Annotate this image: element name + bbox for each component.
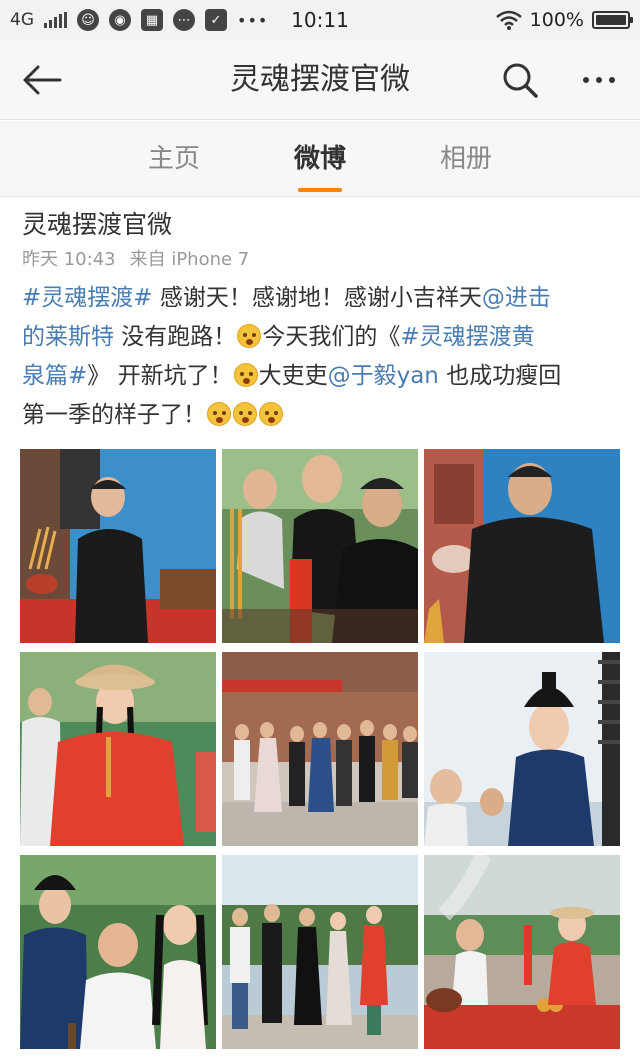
post-text-line-4: 第一季的样子了！ xyxy=(22,396,622,435)
text-segment: 没有跑路！ xyxy=(114,324,237,350)
tab-weibo-label: 微博 xyxy=(293,144,346,174)
battery-icon xyxy=(592,11,633,29)
page-title: 灵魂摆渡官微 xyxy=(230,62,410,97)
tab-weibo[interactable]: 微博 xyxy=(270,121,370,197)
more-icon[interactable] xyxy=(574,60,624,100)
status-bar: 4G ☺ ◉ ▦ ⋯ ✓ ••• 10:11 100% xyxy=(0,0,640,40)
photo-4[interactable] xyxy=(20,652,216,846)
mention-link[interactable]: 的莱斯特 xyxy=(22,324,114,350)
text-segment: 第一季的样子了！ xyxy=(22,402,206,428)
status-right: 100% xyxy=(495,0,633,40)
tab-home[interactable]: 主页 xyxy=(124,121,224,197)
post-time: 昨天 10:43 xyxy=(22,249,116,270)
photo-7[interactable] xyxy=(20,855,216,1049)
topic-link[interactable]: #灵魂摆渡黄 xyxy=(400,324,534,350)
search-icon[interactable] xyxy=(500,60,540,100)
photo-8-image xyxy=(222,855,418,1049)
emoji-icon xyxy=(207,402,231,426)
back-arrow-icon[interactable] xyxy=(20,60,64,100)
tab-album-label: 相册 xyxy=(439,144,492,174)
post-text-line-3: 泉篇#》 开新坑了！ 大吏吏@于毅yan 也成功瘦回 xyxy=(22,357,622,396)
photo-grid xyxy=(20,449,620,1049)
active-tab-indicator xyxy=(298,188,342,192)
photo-1[interactable] xyxy=(20,449,216,643)
photo-9[interactable] xyxy=(424,855,620,1049)
photo-3-image xyxy=(424,449,620,643)
text-segment: 大吏吏 xyxy=(258,363,328,389)
weibo-post: 灵魂摆渡官微 昨天 10:43 来自 iPhone 7 #灵魂摆渡# 感谢天！感谢… xyxy=(0,197,640,1058)
photo-5-image xyxy=(222,652,418,846)
topic-link[interactable]: #灵魂摆渡# xyxy=(22,285,153,311)
photo-6-image xyxy=(424,652,620,846)
post-meta: 昨天 10:43 来自 iPhone 7 xyxy=(22,245,249,271)
text-segment: 也成功瘦回 xyxy=(438,363,562,389)
tab-home-label: 主页 xyxy=(147,144,200,174)
wifi-icon xyxy=(495,10,522,30)
photo-3[interactable] xyxy=(424,449,620,643)
emoji-icon xyxy=(233,363,258,387)
battery-fill xyxy=(596,15,626,25)
photo-4-image xyxy=(20,652,216,846)
photo-2-image xyxy=(222,449,418,643)
emoji-icon xyxy=(237,324,262,348)
battery-percent: 100% xyxy=(529,9,584,31)
post-text-line-2: 的莱斯特 没有跑路！ 今天我们的《#灵魂摆渡黄 xyxy=(22,318,622,357)
photo-7-image xyxy=(20,855,216,1049)
post-text-line-1: #灵魂摆渡# 感谢天！感谢地！感谢小吉祥天@进击 xyxy=(22,279,622,318)
text-segment: 今天我们的《 xyxy=(262,324,401,350)
tab-bar: 主页 微博 相册 xyxy=(0,121,640,197)
photo-2[interactable] xyxy=(222,449,418,643)
post-author[interactable]: 灵魂摆渡官微 xyxy=(22,205,172,241)
photo-9-image xyxy=(424,855,620,1049)
mention-link[interactable]: @于毅yan xyxy=(328,363,439,389)
topic-link[interactable]: 泉篇# xyxy=(22,363,87,389)
photo-5[interactable] xyxy=(222,652,418,846)
nav-bar: 灵魂摆渡官微 xyxy=(0,40,640,120)
mention-link[interactable]: @进击 xyxy=(482,285,551,311)
photo-1-image xyxy=(20,449,216,643)
emoji-icon xyxy=(259,402,283,426)
text-segment: 感谢天！感谢地！感谢小吉祥天 xyxy=(152,285,482,311)
text-segment: 》 开新坑了！ xyxy=(87,363,233,389)
post-text: #灵魂摆渡# 感谢天！感谢地！感谢小吉祥天@进击 的莱斯特 没有跑路！ 今天我们的… xyxy=(22,279,622,435)
photo-6[interactable] xyxy=(424,652,620,846)
post-source: 来自 iPhone 7 xyxy=(129,249,250,270)
tab-album[interactable]: 相册 xyxy=(416,121,516,197)
photo-8[interactable] xyxy=(222,855,418,1049)
emoji-icon xyxy=(233,402,257,426)
